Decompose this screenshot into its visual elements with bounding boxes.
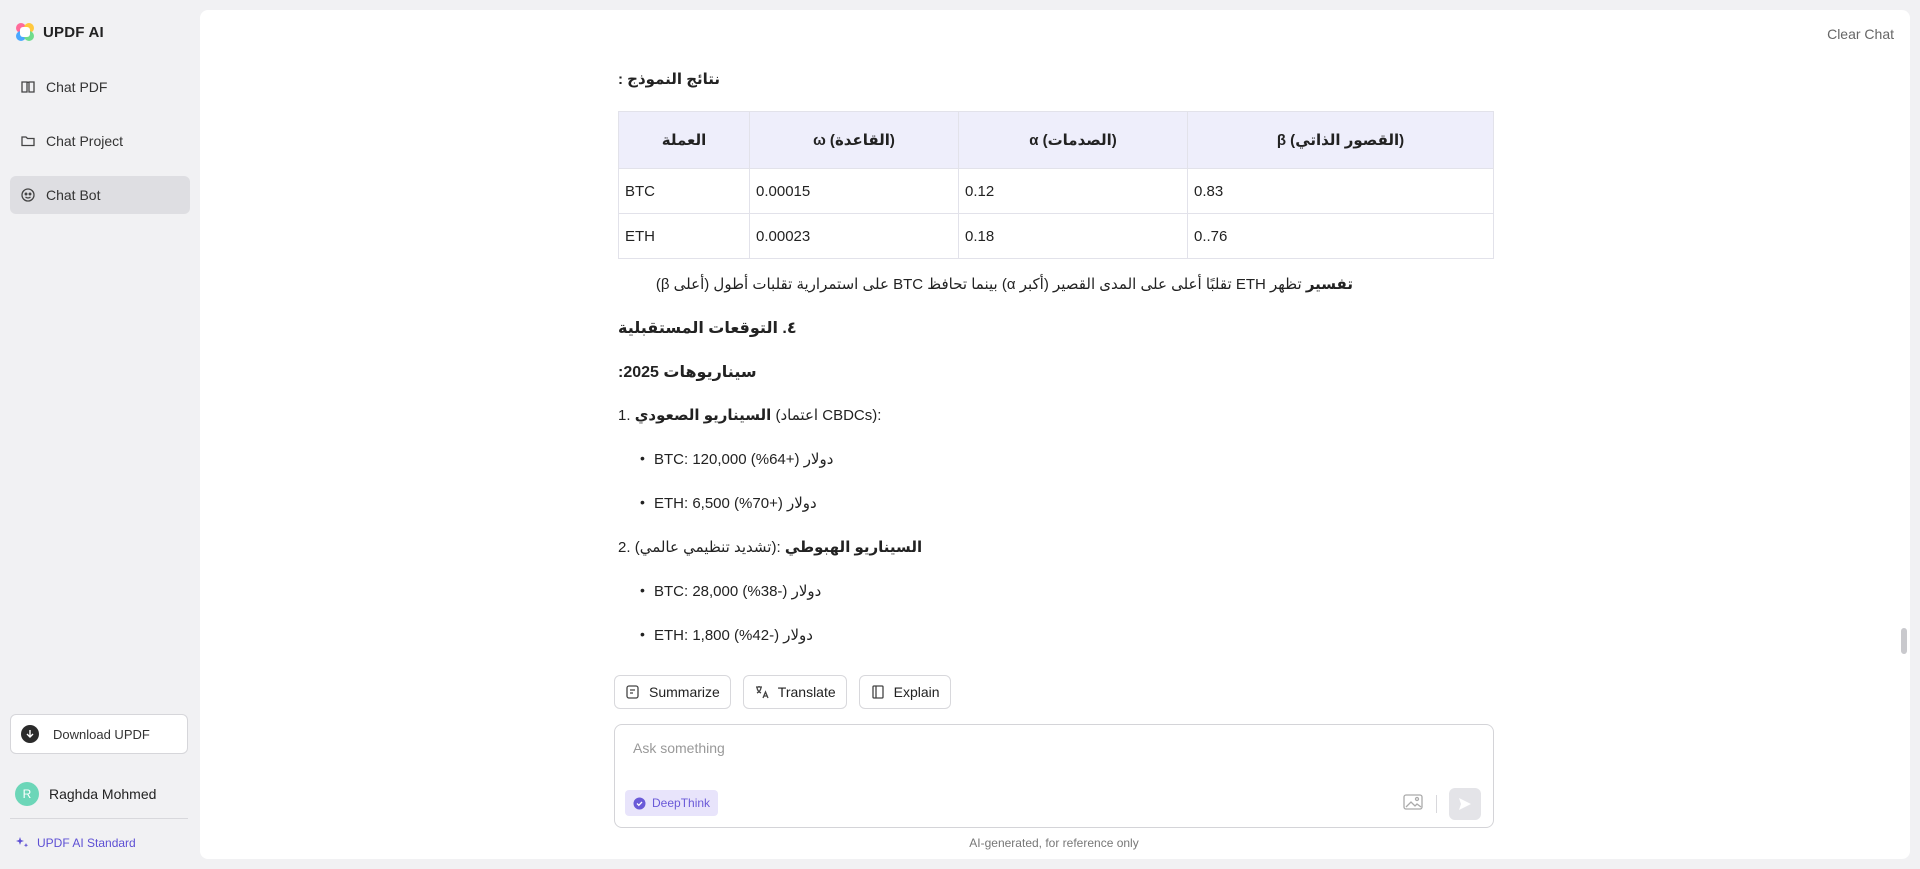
ai-disclaimer: AI-generated, for reference only [969,836,1139,850]
image-icon [1403,794,1423,810]
list-item: 2. (تشديد تنظيمي عالمي): السيناريو الهبو… [618,538,922,556]
deepthink-toggle[interactable]: DeepThink [625,790,719,816]
image-upload-button[interactable] [1403,793,1423,816]
table-header-cell: α (الصدمات) [958,111,1188,169]
check-circle-icon [633,797,646,809]
bot-icon [21,188,35,202]
app-name: UPDF AI [43,23,104,41]
message-composer: DeepThink [614,724,1494,828]
avatar: R [15,782,39,806]
summarize-button[interactable]: Summarize [614,675,731,709]
sidebar: UPDF AI Chat PDF Chat Project Chat Bot D… [0,0,200,869]
table-cell: 0.12 [958,168,1188,214]
table-header-cell: β (القصور الذاتي) [1187,111,1494,169]
sidebar-item-chat-bot[interactable]: Chat Bot [10,176,190,214]
scenarios-title: سيناريوهات 2025: [618,364,757,381]
explain-button[interactable]: Explain [858,675,951,709]
sidebar-item-label: Chat Project [46,133,124,149]
table-cell: 0.00023 [749,213,959,259]
book-icon [21,81,35,93]
user-profile[interactable]: R Raghda Mohmed [15,782,156,806]
list-number: 1. [618,407,631,424]
table-cell: BTC [618,168,750,214]
table-cell: 0.18 [958,213,1188,259]
list-item: BTC: 120,000 دولار (+64%) [640,450,833,468]
sidebar-item-label: Chat PDF [46,79,108,95]
interpretation-paragraph: تفسير تظهر ETH تقلبًا أعلى على المدى الق… [618,275,1353,293]
updf-logo-icon [16,23,34,41]
send-icon [1459,798,1471,810]
summarize-label: Summarize [649,684,720,700]
table-cell: 0.00015 [749,168,959,214]
composer-divider [1436,795,1437,813]
scenario-title: السيناريو الصعودي [634,407,772,424]
plan-link[interactable]: UPDF AI Standard [15,836,136,850]
sidebar-divider [10,818,188,819]
list-item: BTC: 28,000 دولار (-38%) [640,582,821,600]
download-label: Download UPDF [53,726,150,742]
scenario-title: السيناريو الهبوطي [784,539,923,556]
sidebar-item-chat-pdf[interactable]: Chat PDF [10,68,190,106]
deepthink-label: DeepThink [652,796,711,810]
table-row: BTC 0.00015 0.12 0.83 [618,168,1494,214]
chat-panel: Clear Chat نتائج النموذج : العملة ω (الق… [200,10,1910,859]
quick-actions: Summarize Translate Explain [614,675,951,709]
translate-icon [755,686,769,699]
interpretation-label: تفسير [1305,276,1353,293]
interpretation-text: تظهر ETH تقلبًا أعلى على المدى القصير (أ… [655,276,1302,293]
list-item: ETH: 1,800 دولار (-42%) [640,626,813,644]
section-heading: ٤. التوقعات المستقبلية [618,320,797,337]
folder-icon [21,136,35,147]
scrollbar-thumb[interactable] [1901,628,1907,654]
table-row: ETH 0.00023 0.18 0..76 [618,213,1494,259]
table-header-cell: العملة [618,111,750,169]
scenario-desc: (اعتماد CBDCs): [775,407,882,424]
sparkle-icon [16,837,29,848]
list-number: 2. [618,539,631,556]
plan-label: UPDF AI Standard [37,836,136,850]
results-table: العملة ω (القاعدة) α (الصدمات) β (القصور… [618,111,1494,259]
download-icon [21,725,39,743]
message-input[interactable] [631,739,1415,757]
book-open-icon [871,685,884,699]
brand[interactable]: UPDF AI [15,22,104,42]
sidebar-nav: Chat PDF Chat Project Chat Bot [10,68,190,230]
sidebar-item-chat-project[interactable]: Chat Project [10,122,190,160]
table-cell: 0.83 [1187,168,1494,214]
translate-label: Translate [777,684,836,700]
table-cell: 0..76 [1187,213,1494,259]
table-header-cell: ω (القاعدة) [749,111,959,169]
results-title: نتائج النموذج : [618,71,721,88]
clear-chat-button[interactable]: Clear Chat [1827,26,1894,42]
list-item: ETH: 6,500 دولار (+70%) [640,494,817,512]
summarize-icon [626,685,639,699]
list-item: 1. السيناريو الصعودي (اعتماد CBDCs): [618,406,881,424]
table-header-row: العملة ω (القاعدة) α (الصدمات) β (القصور… [618,111,1494,169]
send-button[interactable] [1449,788,1481,820]
download-updf-button[interactable]: Download UPDF [10,714,188,754]
explain-label: Explain [893,684,940,700]
translate-button[interactable]: Translate [742,675,847,709]
sidebar-item-label: Chat Bot [46,187,101,203]
table-cell: ETH [618,213,750,259]
user-name: Raghda Mohmed [49,786,157,802]
scenario-desc: (تشديد تنظيمي عالمي): [634,539,781,556]
